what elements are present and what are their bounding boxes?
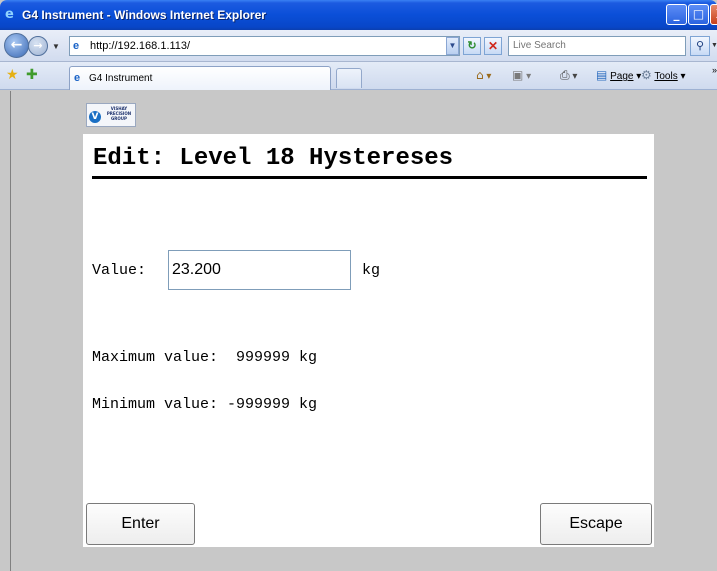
more-commands-chevron[interactable]: » — [712, 65, 717, 75]
home-icon: ⌂ — [476, 68, 484, 82]
edit-panel: Edit: Level 18 Hystereses Value: kg Maxi… — [83, 134, 654, 547]
page-icon: e — [73, 40, 80, 52]
stop-button[interactable]: ✕ — [484, 37, 502, 55]
new-tab-button[interactable] — [336, 68, 362, 88]
escape-button[interactable]: Escape — [540, 503, 652, 545]
address-url[interactable]: http://192.168.1.113/ — [90, 40, 190, 52]
print-button[interactable]: ⎙ ▾ — [560, 68, 577, 83]
refresh-button[interactable]: ↻ — [463, 37, 481, 55]
stop-icon: ✕ — [487, 39, 499, 53]
page-menu-label: Page — [610, 71, 634, 82]
search-options-dropdown[interactable]: ▼ — [711, 42, 717, 49]
logo-mark: V — [89, 111, 101, 123]
minimize-button[interactable]: _ — [666, 4, 687, 25]
back-arrow-icon: ← — [10, 37, 23, 53]
forward-arrow-icon: → — [33, 39, 43, 52]
ie-page-icon: e — [74, 72, 81, 84]
minimum-value-text: Minimum value: -999999 kg — [92, 396, 318, 413]
tools-menu[interactable]: ⚙ Tools ▾ — [641, 68, 686, 82]
tab-g4-instrument[interactable]: e G4 Instrument — [69, 66, 331, 90]
tab-toolbar: ★ ✚ e G4 Instrument ⌂ ▾ ▣ ▾ ⎙ ▾ ▤ Page ▾… — [0, 62, 717, 90]
address-field[interactable]: e http://192.168.1.113/ — [69, 36, 460, 56]
maximum-value-text: Maximum value: 999999 kg — [92, 349, 318, 366]
close-button[interactable]: X — [710, 4, 717, 25]
back-button[interactable]: ← — [4, 33, 29, 58]
forward-button[interactable]: → — [28, 36, 48, 56]
ie-logo-icon: e — [5, 7, 14, 22]
value-unit: kg — [362, 262, 381, 279]
page-title: Edit: Level 18 Hystereses — [93, 145, 454, 172]
window-titlebar[interactable]: e G4 Instrument - Windows Internet Explo… — [0, 0, 717, 30]
search-field[interactable] — [508, 36, 686, 56]
home-button[interactable]: ⌂ ▾ — [476, 68, 491, 82]
gear-icon: ⚙ — [641, 68, 652, 82]
logo-text: VISHAY PRECISION GROUP — [106, 106, 132, 121]
value-input[interactable] — [168, 250, 351, 290]
favorites-star-icon[interactable]: ★ — [6, 68, 19, 82]
refresh-icon: ↻ — [467, 40, 477, 52]
tab-label: G4 Instrument — [89, 73, 153, 84]
enter-button[interactable]: Enter — [86, 503, 195, 545]
page-menu[interactable]: ▤ Page ▾ — [596, 68, 641, 82]
tools-menu-label: Tools — [654, 71, 678, 82]
feeds-button[interactable]: ▣ ▾ — [512, 68, 531, 82]
window-title: G4 Instrument - Windows Internet Explore… — [22, 8, 266, 22]
title-divider — [92, 176, 647, 179]
search-input[interactable] — [513, 40, 673, 51]
feeds-icon: ▣ — [512, 68, 524, 82]
search-button[interactable]: ⚲ — [690, 36, 710, 56]
address-toolbar: ← → ▼ e http://192.168.1.113/ ▼ ↻ ✕ ⚲ ▼ — [0, 30, 717, 62]
recent-pages-dropdown[interactable]: ▼ — [52, 42, 60, 51]
value-label: Value: — [92, 262, 147, 279]
page-menu-icon: ▤ — [596, 68, 608, 82]
company-logo: V VISHAY PRECISION GROUP — [86, 103, 136, 127]
maximize-button[interactable]: □ — [688, 4, 709, 25]
address-dropdown[interactable]: ▼ — [446, 37, 459, 55]
add-favorites-icon[interactable]: ✚ — [26, 68, 38, 82]
print-icon: ⎙ — [560, 68, 570, 82]
search-icon: ⚲ — [695, 39, 705, 52]
